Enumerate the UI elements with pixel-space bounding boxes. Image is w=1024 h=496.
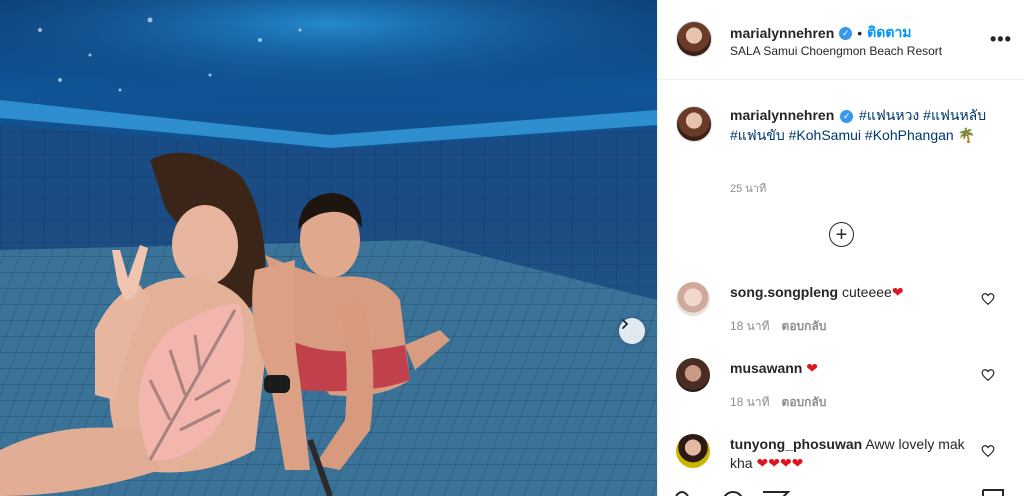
heart-emoji: ❤ [791, 455, 804, 471]
action-icons-partial [675, 489, 1004, 496]
commenter-username[interactable]: musawann [730, 360, 802, 376]
hashtag-link[interactable]: #KohSamui [789, 127, 861, 143]
palm-tree-icon: 🌴 [957, 127, 976, 143]
underwater-photo [0, 0, 657, 496]
comment-time: 18 นาที [730, 319, 770, 333]
commenter-avatar[interactable] [676, 358, 710, 392]
heart-emoji: ❤ [891, 284, 904, 300]
author-avatar[interactable] [676, 21, 712, 57]
author-username[interactable]: marialynnehren [730, 25, 834, 41]
verified-badge-icon: ✓ [839, 26, 853, 40]
comment-text: song.songpleng cuteeee❤ [730, 283, 980, 302]
post-action-bar [658, 488, 1024, 496]
plus-icon: + [835, 223, 848, 246]
commenter-username[interactable]: song.songpleng [730, 284, 838, 300]
like-icon [675, 491, 689, 496]
header-name-row: marialynnehren ✓ • ติดตาม [730, 22, 912, 44]
like-comment-heart-icon[interactable] [981, 444, 995, 458]
heart-emoji: ❤ [779, 455, 792, 471]
chevron-right-icon [622, 319, 629, 329]
follow-button[interactable]: ติดตาม [867, 22, 911, 44]
comment-time: 18 นาที [730, 395, 770, 409]
comment-text: musawann ❤ [730, 359, 980, 378]
reply-button[interactable]: ตอบกลับ [782, 317, 827, 336]
separator-dot: • [857, 25, 863, 41]
load-more-comments-button[interactable]: + [829, 222, 854, 247]
commenter-avatar[interactable] [676, 282, 710, 316]
verified-badge-icon: ✓ [840, 109, 854, 123]
comment-icon [723, 491, 743, 496]
post-header: marialynnehren ✓ • ติดตาม SALA Samui Cho… [658, 0, 1024, 80]
comment-text: tunyong_phosuwan Aww lovely mak kha ❤❤❤❤ [730, 435, 980, 473]
commenter-username[interactable]: tunyong_phosuwan [730, 436, 862, 452]
comment-meta: 18 นาที ตอบกลับ [730, 393, 826, 412]
heart-emoji: ❤ [806, 360, 818, 376]
post-caption: marialynnehren ✓ #แฟนหวง #แฟนหลับ #แฟนขั… [730, 105, 988, 145]
like-comment-heart-icon[interactable] [981, 292, 995, 306]
caption-time: 25 นาที [730, 183, 767, 195]
heart-emoji: ❤ [768, 455, 780, 471]
heart-emoji: ❤ [756, 455, 769, 471]
post-side-panel: marialynnehren ✓ • ติดตาม SALA Samui Cho… [657, 0, 1024, 496]
next-photo-button[interactable] [619, 318, 645, 344]
share-icon [763, 491, 791, 496]
save-icon [982, 489, 1004, 496]
more-options-icon[interactable]: ••• [990, 30, 1012, 48]
commenter-avatar[interactable] [676, 434, 710, 468]
reply-button[interactable]: ตอบกลับ [782, 393, 827, 412]
caption-avatar[interactable] [676, 106, 712, 142]
post-photo[interactable] [0, 0, 657, 496]
hashtag-link[interactable]: #แฟนหลับ [923, 107, 986, 123]
comment-meta: 18 นาที ตอบกลับ [730, 317, 826, 336]
post-location[interactable]: SALA Samui Choengmon Beach Resort [730, 44, 942, 58]
hashtag-link[interactable]: #แฟนหวง [859, 107, 919, 123]
comment-body: cuteeee [842, 284, 892, 300]
hashtag-link[interactable]: #แฟนขับ [730, 127, 785, 143]
caption-username[interactable]: marialynnehren [730, 107, 834, 123]
hashtag-link[interactable]: #KohPhangan [865, 127, 954, 143]
like-comment-heart-icon[interactable] [981, 368, 995, 382]
